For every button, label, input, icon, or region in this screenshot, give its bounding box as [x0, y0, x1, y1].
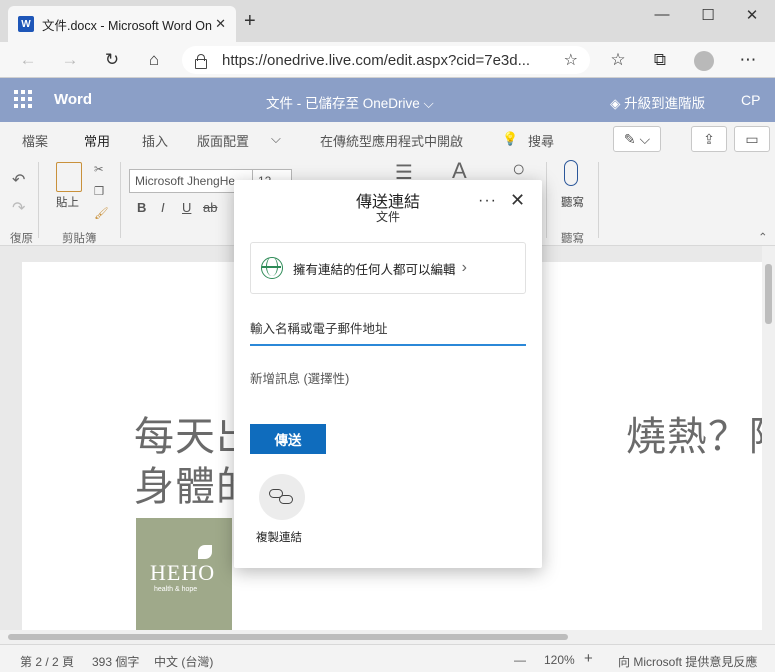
dialog-subtitle: 文件 — [375, 210, 400, 224]
tab-close-icon[interactable]: ✕ — [215, 16, 226, 32]
status-bar: 第 2 / 2 頁 393 個字 中文 (台灣) — 120% + 向 Micr… — [0, 644, 775, 672]
favorite-star-icon[interactable]: ☆ — [564, 50, 578, 70]
user-initials[interactable]: CP — [741, 92, 760, 108]
collections-icon[interactable]: ⧉ — [648, 49, 672, 71]
browser-tab[interactable]: W 文件.docx - Microsoft Word Online ✕ — [8, 6, 236, 42]
comments-icon[interactable]: ▭ — [734, 126, 770, 152]
refresh-icon[interactable]: ↻ — [100, 49, 124, 71]
microphone-icon[interactable] — [564, 160, 578, 186]
format-painter-icon[interactable]: 🖌 — [94, 206, 109, 220]
window-close-icon[interactable]: ✕ — [732, 6, 772, 24]
heho-logo-image: HEHO health & hope — [136, 518, 232, 630]
copy-icon[interactable]: ❐ — [94, 184, 104, 198]
word-header: Word 文件 - 已儲存至 OneDrive ⌵ ◈ 升級到進階版 CP — [0, 78, 775, 122]
italic-button[interactable]: I — [161, 200, 165, 215]
word-icon: W — [18, 16, 34, 32]
editing-mode-button[interactable]: ✎ ⌵ — [613, 126, 661, 152]
word-count[interactable]: 393 個字 — [92, 653, 139, 670]
app-name[interactable]: Word — [54, 91, 92, 108]
globe-icon — [261, 256, 283, 279]
zoom-in-button[interactable]: + — [584, 650, 593, 667]
cut-icon[interactable]: ✂ — [94, 162, 104, 176]
lock-icon[interactable] — [194, 53, 207, 69]
link-icon — [279, 495, 293, 504]
chevron-right-icon: › — [461, 259, 467, 276]
logo-tagline: health & hope — [154, 586, 198, 593]
ribbon-tabs: 檔案 常用 插入 版面配置 ⌵ 在傳統型應用程式中開啟 💡 搜尋 ✎ ⌵ ⇪ ▭ — [0, 122, 775, 156]
paste-label[interactable]: 貼上 — [56, 194, 79, 210]
address-toolbar: ← → ↻ ⌂ https://onedrive.live.com/edit.a… — [0, 42, 775, 78]
strikethrough-button[interactable]: ab — [203, 200, 217, 215]
paste-icon[interactable] — [56, 162, 82, 192]
zoom-level[interactable]: 120% — [544, 653, 575, 667]
app-launcher-icon[interactable] — [14, 90, 32, 108]
tab-layout[interactable]: 版面配置 — [197, 131, 249, 150]
dictate-label[interactable]: 聽寫 — [561, 194, 584, 210]
address-bar[interactable]: https://onedrive.live.com/edit.aspx?cid=… — [182, 46, 590, 74]
undo-icon[interactable]: ↶ — [12, 170, 25, 190]
open-in-desktop-link[interactable]: 在傳統型應用程式中開啟 — [320, 131, 463, 150]
group-clipboard-label: 剪貼簿 — [62, 233, 97, 245]
language-indicator[interactable]: 中文 (台灣) — [154, 653, 213, 670]
logo-text: HEHO — [150, 560, 216, 585]
browser-tab-bar: W 文件.docx - Microsoft Word Online ✕ + — … — [0, 0, 775, 42]
page-count: 第 2 / 2 頁 — [20, 655, 75, 669]
home-icon[interactable]: ⌂ — [142, 49, 166, 71]
share-icon[interactable]: ⇪ — [691, 126, 727, 152]
permission-text: 擁有連結的任何人都可以編輯 — [293, 262, 456, 277]
scrollbar-thumb[interactable] — [765, 264, 772, 324]
lightbulb-icon[interactable]: 💡 — [502, 131, 518, 147]
diamond-icon: ◈ — [610, 96, 625, 111]
upgrade-link[interactable]: ◈ 升級到進階版 — [610, 92, 705, 112]
tab-insert[interactable]: 插入 — [142, 131, 168, 150]
ribbon-divider — [120, 162, 121, 238]
favorites-icon[interactable]: ☆ — [606, 49, 630, 71]
tab-home[interactable]: 常用 — [84, 131, 111, 156]
ribbon-divider — [546, 162, 547, 238]
profile-avatar[interactable] — [692, 49, 716, 71]
send-link-dialog: 傳送連結 文件 ··· ✕ 擁有連結的任何人都可以編輯 › 傳送 複製連結 — [234, 180, 542, 568]
message-input[interactable] — [250, 366, 526, 392]
send-button[interactable]: 傳送 — [250, 424, 326, 454]
feedback-link[interactable]: 向 Microsoft 提供意見反應 — [618, 653, 757, 670]
ribbon-divider — [598, 162, 599, 238]
maximize-icon[interactable]: ☐ — [688, 6, 728, 24]
vertical-scrollbar[interactable] — [762, 246, 775, 630]
leaf-icon — [198, 545, 212, 559]
more-options-icon[interactable]: ··· — [478, 192, 497, 210]
underline-button[interactable]: U — [182, 200, 191, 215]
group-dictate-label: 聽寫 — [561, 233, 584, 245]
link-permission-button[interactable]: 擁有連結的任何人都可以編輯 › — [250, 242, 526, 294]
horizontal-scrollbar[interactable] — [0, 630, 775, 644]
upgrade-label: 升級到進階版 — [624, 96, 706, 111]
ribbon-expand-icon[interactable]: ⌃ — [758, 230, 768, 244]
copy-link-button[interactable] — [259, 474, 305, 520]
redo-icon[interactable]: ↷ — [12, 198, 25, 218]
copy-link-label[interactable]: 複製連結 — [256, 529, 302, 545]
find-icon[interactable]: ○ — [512, 156, 525, 182]
close-icon[interactable]: ✕ — [510, 190, 525, 211]
ribbon-divider — [38, 162, 39, 238]
forward-icon[interactable]: → — [58, 49, 82, 71]
tab-title: 文件.docx - Microsoft Word Online — [42, 18, 212, 33]
more-menu-icon[interactable]: ⋯ — [736, 49, 760, 71]
zoom-out-button[interactable]: — — [514, 653, 526, 667]
group-undo-label: 復原 — [10, 233, 33, 245]
recipient-input[interactable] — [250, 320, 526, 346]
document-title[interactable]: 文件 - 已儲存至 OneDrive ⌵ — [266, 92, 434, 112]
new-tab-icon[interactable]: + — [244, 11, 256, 31]
minimize-icon[interactable]: — — [642, 6, 682, 23]
scrollbar-thumb[interactable] — [8, 634, 568, 640]
url-text: https://onedrive.live.com/edit.aspx?cid=… — [222, 51, 531, 69]
tab-file[interactable]: 檔案 — [22, 131, 48, 150]
bold-button[interactable]: B — [137, 200, 146, 215]
tabs-more-chevron-icon[interactable]: ⌵ — [271, 131, 281, 147]
tab-search[interactable]: 搜尋 — [528, 131, 554, 150]
back-icon[interactable]: ← — [16, 49, 40, 71]
